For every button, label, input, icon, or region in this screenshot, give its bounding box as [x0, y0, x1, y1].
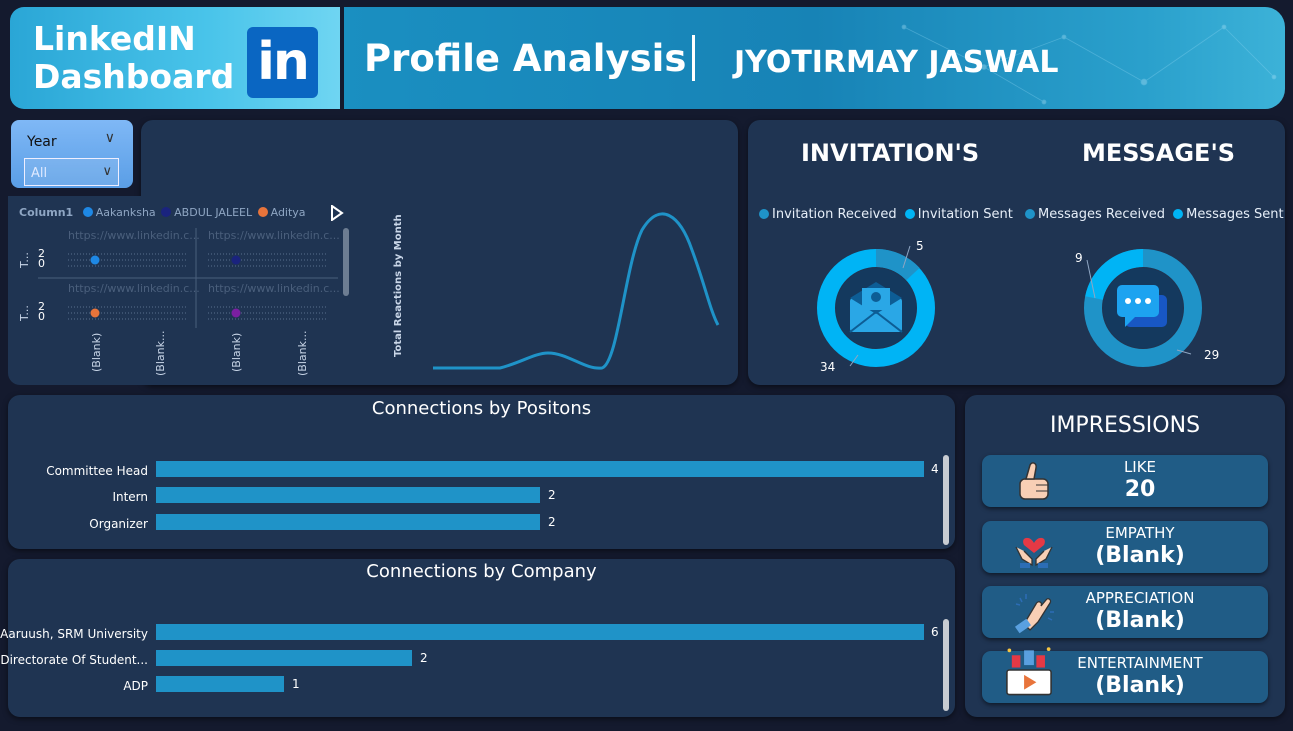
- line-chart-ylabel: Total Reactions by Month: [393, 214, 404, 357]
- company-bar[interactable]: [156, 676, 284, 692]
- header-right-banner: Profile Analysis JYOTIRMAY JASWAL: [344, 7, 1285, 109]
- position-bar[interactable]: [156, 461, 924, 477]
- position-value: 4: [931, 462, 939, 476]
- company-label: Aaruush, SRM University: [0, 627, 148, 641]
- scatter-point: [90, 308, 100, 318]
- invitations-legend: Invitation Received Invitation Sent: [759, 207, 1013, 222]
- legend-dot-icon: [1173, 209, 1184, 219]
- dashboard-title-line2: Dashboard: [33, 57, 235, 96]
- invites-messages-panel: INVITATION'S MESSAGE'S Invitation Receiv…: [748, 120, 1285, 385]
- scatter-point: [90, 255, 100, 265]
- chevron-down-icon: ∨: [102, 164, 112, 179]
- x-label: (Blank...: [296, 330, 309, 376]
- impression-value: (Blank): [1095, 543, 1185, 568]
- messages-received-value: 29: [1204, 348, 1220, 362]
- impression-value: (Blank): [1095, 673, 1185, 698]
- row-label: T...: [18, 252, 31, 268]
- profile-name: JYOTIRMAY JASWAL: [734, 45, 1059, 80]
- messages-sent-value: 9: [1075, 251, 1083, 265]
- legend-item-messages-sent[interactable]: Messages Sent: [1173, 207, 1284, 222]
- scatter-point: [231, 255, 241, 265]
- url-label: https://www.linkedin.c...: [68, 229, 200, 242]
- impression-label: LIKE: [1123, 458, 1157, 476]
- company-label: ADP: [123, 679, 148, 693]
- page-subtitle: Profile Analysis: [364, 37, 687, 80]
- url-label: https://www.linkedin.c...: [208, 229, 340, 242]
- legend-dot-icon: [904, 209, 915, 219]
- company-value: 1: [292, 677, 300, 691]
- header-divider: [692, 35, 695, 81]
- scatter-scrollbar[interactable]: [343, 228, 349, 296]
- x-label: (Blank): [90, 332, 103, 372]
- impressions-title: IMPRESSIONS: [1049, 413, 1201, 438]
- position-label: Organizer: [89, 517, 148, 531]
- tick-low: 0: [38, 310, 45, 323]
- impression-value: 20: [1124, 477, 1156, 502]
- company-bar[interactable]: [156, 624, 924, 640]
- chevron-down-icon[interactable]: ∨: [105, 130, 115, 146]
- positions-panel: Connections by Positons Committee Head 4…: [8, 395, 955, 549]
- legend-item-invitation-received[interactable]: Invitation Received: [759, 207, 897, 222]
- tick-low: 0: [38, 257, 45, 270]
- company-panel: Connections by Company Aaruush, SRM Univ…: [0, 559, 955, 717]
- reactions-line-chart[interactable]: [420, 205, 740, 375]
- legend-item-messages-received[interactable]: Messages Received: [1025, 207, 1165, 222]
- year-dropdown[interactable]: All ∨: [24, 158, 119, 186]
- position-value: 2: [548, 488, 556, 502]
- legend-dot-icon: [759, 209, 769, 219]
- impression-card-empathy[interactable]: EMPATHY (Blank): [982, 521, 1268, 573]
- impression-card-like[interactable]: LIKE 20: [982, 455, 1268, 507]
- impression-label: APPRECIATION: [1085, 589, 1195, 607]
- company-scrollbar[interactable]: [943, 619, 949, 711]
- invitation-received-value: 34: [820, 360, 836, 374]
- positions-title: Connections by Positons: [371, 398, 592, 419]
- scatter-point: [231, 308, 241, 318]
- impression-label: EMPATHY: [1105, 524, 1175, 542]
- invitation-sent-value: 5: [916, 239, 924, 253]
- impression-label: ENTERTAINMENT: [1077, 654, 1203, 672]
- company-title: Connections by Company: [366, 561, 597, 582]
- position-bar[interactable]: [156, 487, 540, 503]
- company-bar[interactable]: [156, 650, 412, 666]
- linkedin-logo-icon: in: [247, 27, 318, 98]
- url-label: https://www.linkedin.c...: [208, 282, 340, 295]
- messages-donut[interactable]: [1067, 238, 1247, 398]
- x-label: (Blank): [230, 332, 243, 372]
- scatter-panel: Column1 Aakanksha ABDUL JALEEL Aditya ht…: [8, 196, 349, 385]
- messages-title: MESSAGE'S: [1082, 139, 1236, 167]
- company-value: 6: [931, 625, 939, 639]
- position-bar[interactable]: [156, 514, 540, 530]
- invitations-donut[interactable]: [800, 238, 980, 398]
- position-label: Intern: [112, 490, 148, 504]
- dashboard-title-line1: LinkedIN: [33, 19, 196, 58]
- row-label: T...: [18, 305, 31, 321]
- company-value: 2: [420, 651, 428, 665]
- messages-legend: Messages Received Messages Sent: [1025, 207, 1284, 222]
- position-label: Committee Head: [46, 464, 148, 478]
- company-label: Directorate Of Student...: [0, 653, 148, 667]
- header-left-banner: LinkedIN Dashboard in: [10, 7, 340, 109]
- impression-card-entertainment[interactable]: ENTERTAINMENT (Blank): [982, 647, 1268, 703]
- slicer-label: Year: [27, 134, 57, 150]
- x-label: (Blank...: [154, 330, 167, 376]
- position-value: 2: [548, 515, 556, 529]
- legend-item-invitation-sent[interactable]: Invitation Sent: [904, 207, 1013, 222]
- year-slicer[interactable]: Year ∨ All ∨: [11, 120, 133, 188]
- impression-value: (Blank): [1095, 608, 1185, 633]
- impression-card-appreciation[interactable]: APPRECIATION (Blank): [982, 586, 1268, 638]
- line-series: [433, 212, 720, 370]
- positions-scrollbar[interactable]: [943, 455, 949, 545]
- legend-dot-icon: [1025, 209, 1035, 219]
- url-label: https://www.linkedin.c...: [68, 282, 200, 295]
- invitations-title: INVITATION'S: [801, 139, 980, 167]
